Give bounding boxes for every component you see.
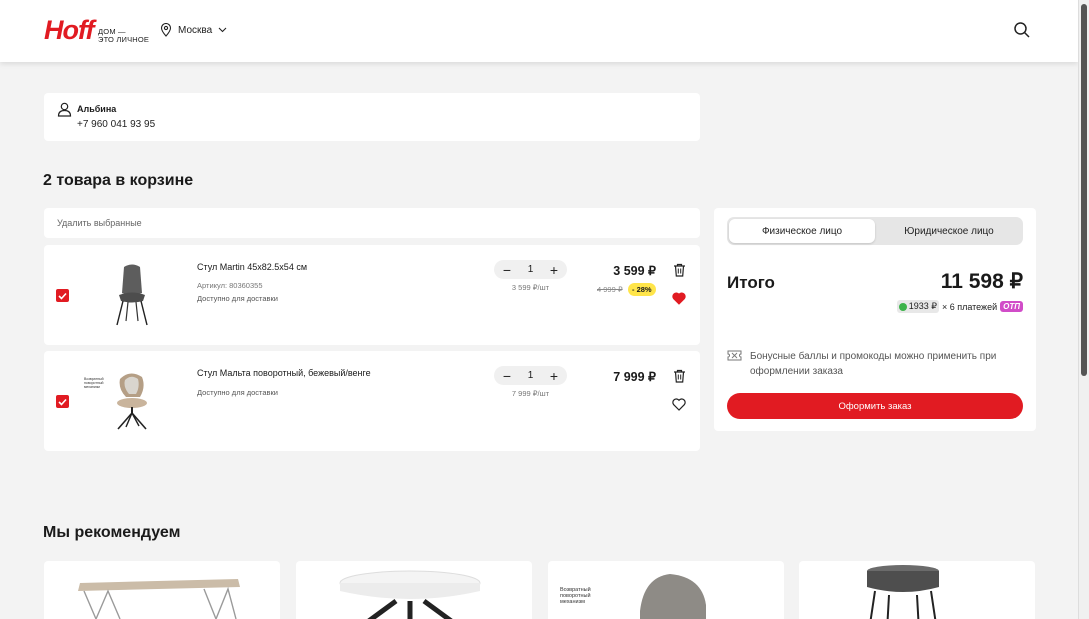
logo-tagline: ДОМ — ЭТО ЛИЧНОЕ <box>98 28 149 44</box>
delete-selected-button[interactable]: Удалить выбранные <box>57 218 142 228</box>
installment-amount: 1933 ₽ <box>896 300 939 313</box>
old-price: 4 999 ₽ <box>597 285 623 294</box>
cart-item: Стул Martin 45x82.5x54 см Артикул: 80360… <box>44 245 700 345</box>
installment-info[interactable]: 1933 ₽ × 6 платежей ОТП <box>896 300 1023 313</box>
chevron-down-icon <box>218 27 227 33</box>
image-caption: Возвратный поворотный механизм <box>560 587 591 605</box>
availability-text: Доступно для доставки <box>197 388 278 397</box>
image-caption: Возвратный поворотный механизм <box>84 377 104 389</box>
total-value: 11 598 ₽ <box>940 270 1023 293</box>
site-header: Hoff ДОМ — ЭТО ЛИЧНОЕ Москва <box>0 0 1078 62</box>
quantity-stepper: − 1 + <box>494 366 567 385</box>
promo-note: Бонусные баллы и промокоды можно примени… <box>750 351 997 377</box>
quantity-stepper: − 1 + <box>494 260 567 279</box>
coin-icon <box>898 302 907 311</box>
hoff-logo[interactable]: Hoff <box>44 17 94 44</box>
item-price: 3 599 ₽ <box>613 264 656 278</box>
location-pin-icon <box>160 23 172 37</box>
installment-amount-text: 1933 ₽ <box>908 301 937 311</box>
availability-text: Доступно для доставки <box>197 294 278 303</box>
user-icon <box>57 102 72 117</box>
city-selector[interactable]: Москва <box>160 23 227 37</box>
recommendation-card[interactable]: Возвратный поворотный механизм <box>548 561 784 619</box>
product-sku: Артикул: 80360355 <box>197 281 263 290</box>
recommendations-title: Мы рекомендуем <box>43 524 181 541</box>
cart-actions-bar: Удалить выбранные <box>44 208 700 238</box>
total-label: Итого <box>727 273 775 292</box>
discount-badge: - 28% <box>628 283 656 296</box>
user-card[interactable]: Альбина +7 960 041 93 95 <box>44 93 700 141</box>
city-name: Москва <box>178 24 213 36</box>
recommendation-card[interactable] <box>44 561 280 619</box>
heart-filled-icon[interactable] <box>672 292 686 305</box>
order-summary: Физическое лицо Юридическое лицо Итого 1… <box>714 208 1036 431</box>
increase-quantity-button[interactable]: + <box>547 369 561 383</box>
item-checkbox[interactable] <box>56 289 69 302</box>
checkmark-icon <box>58 292 67 300</box>
user-name: Альбина <box>77 104 117 114</box>
tab-legal-entity[interactable]: Юридическое лицо <box>877 219 1021 243</box>
product-image-table <box>78 579 240 619</box>
installment-text: × 6 платежей <box>941 301 998 312</box>
tagline-line-2: ЭТО ЛИЧНОЕ <box>98 35 150 44</box>
item-checkbox[interactable] <box>56 395 69 408</box>
recommendation-card[interactable] <box>296 561 532 619</box>
coupon-icon <box>727 350 742 361</box>
checkmark-icon <box>58 398 67 406</box>
product-name[interactable]: Стул Martin 45x82.5x54 см <box>197 262 307 272</box>
unit-price: 7 999 ₽/шт <box>511 389 550 398</box>
product-image-stool <box>867 565 939 619</box>
page-scrollbar[interactable] <box>1078 0 1089 619</box>
scrollbar-thumb[interactable] <box>1081 4 1087 376</box>
product-image-chair-martin[interactable] <box>102 259 162 331</box>
quantity-value: 1 <box>527 264 534 275</box>
customer-type-switch: Физическое лицо Юридическое лицо <box>727 217 1023 245</box>
heart-outline-icon[interactable] <box>672 398 686 411</box>
item-price: 7 999 ₽ <box>613 370 656 384</box>
tab-individual[interactable]: Физическое лицо <box>729 219 875 243</box>
recommendation-card[interactable] <box>799 561 1035 619</box>
checkout-button[interactable]: Оформить заказ <box>727 393 1023 419</box>
trash-icon[interactable] <box>673 369 686 383</box>
increase-quantity-button[interactable]: + <box>547 263 561 277</box>
product-image-chair-malta[interactable] <box>102 365 162 437</box>
product-name[interactable]: Стул Мальта поворотный, бежевый/венге <box>197 368 371 378</box>
user-phone: +7 960 041 93 95 <box>77 119 156 130</box>
product-image-round-table <box>339 570 481 619</box>
unit-price: 3 599 ₽/шт <box>511 283 550 292</box>
trash-icon[interactable] <box>673 263 686 277</box>
quantity-value: 1 <box>527 370 534 381</box>
cart-item: Возвратный поворотный механизм Стул Маль… <box>44 351 700 451</box>
search-icon[interactable] <box>1012 20 1032 40</box>
cart-title: 2 товара в корзине <box>43 172 194 189</box>
decrease-quantity-button[interactable]: − <box>500 263 514 277</box>
decrease-quantity-button[interactable]: − <box>500 369 514 383</box>
otp-badge: ОТП <box>1000 301 1023 312</box>
